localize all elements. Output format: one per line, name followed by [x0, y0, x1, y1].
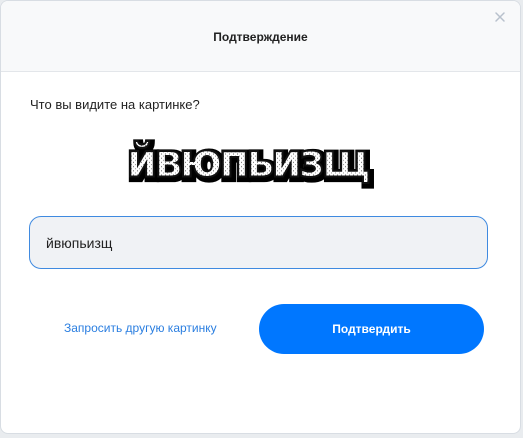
- captcha-image[interactable]: йвюпьизщ йвюпьизщ: [111, 122, 383, 194]
- captcha-text: йвюпьизщ: [127, 134, 369, 188]
- captcha-input[interactable]: [46, 217, 466, 268]
- close-icon: [495, 12, 505, 22]
- captcha-input-field[interactable]: [29, 216, 488, 269]
- dialog-title: Подтверждение: [213, 30, 308, 44]
- refresh-captcha-link[interactable]: Запросить другую картинку: [64, 321, 217, 335]
- captcha-question: Что вы видите на картинке?: [30, 97, 200, 112]
- captcha-dialog: Подтверждение Что вы видите на картинке?…: [0, 0, 521, 434]
- confirm-button[interactable]: Подтвердить: [259, 304, 484, 354]
- close-button[interactable]: [492, 9, 508, 25]
- dialog-header: Подтверждение: [1, 1, 520, 72]
